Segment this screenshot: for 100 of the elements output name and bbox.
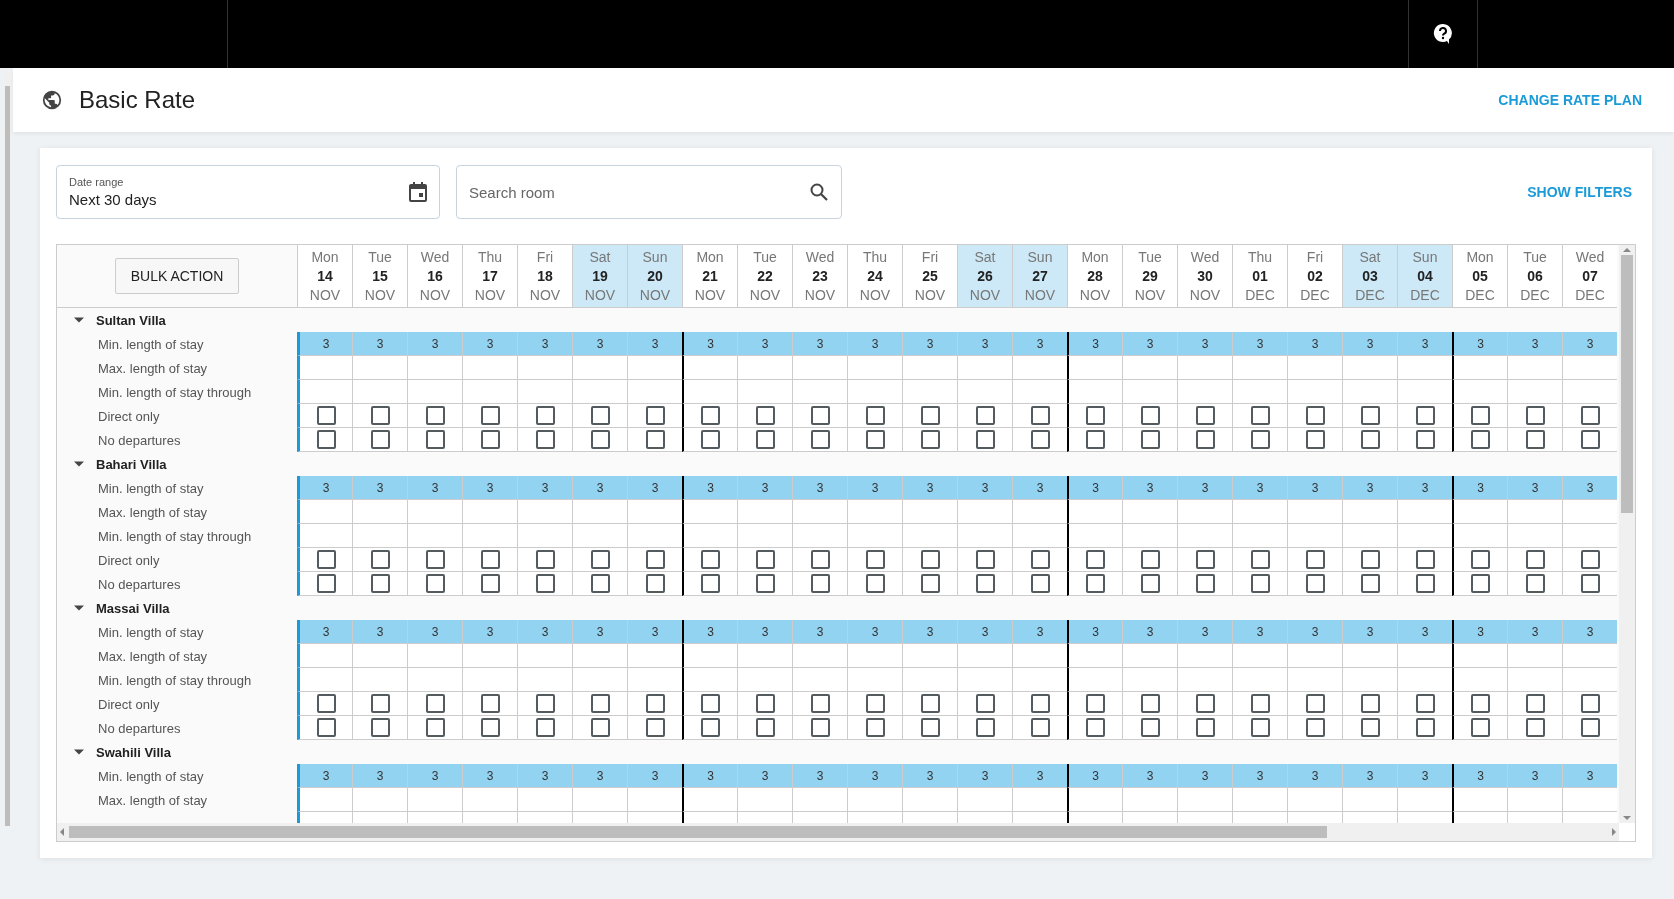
table-cell[interactable]	[1122, 644, 1177, 668]
table-cell[interactable]	[517, 788, 572, 812]
checkbox[interactable]	[755, 550, 775, 569]
table-cell[interactable]	[847, 356, 902, 380]
table-cell[interactable]	[1507, 788, 1562, 812]
table-cell[interactable]: 3	[902, 620, 957, 644]
checkbox[interactable]	[1195, 550, 1215, 569]
table-cell[interactable]	[1452, 356, 1507, 380]
table-cell[interactable]: 3	[627, 476, 682, 500]
search-icon[interactable]	[810, 183, 828, 201]
checkbox[interactable]	[1525, 574, 1545, 593]
table-cell[interactable]	[297, 500, 352, 524]
table-cell[interactable]: 3	[1067, 476, 1122, 500]
checkbox[interactable]	[1580, 550, 1600, 569]
table-cell[interactable]	[1067, 500, 1122, 524]
table-cell[interactable]: 3	[407, 476, 462, 500]
table-cell[interactable]	[1342, 524, 1397, 548]
checkbox[interactable]	[590, 718, 610, 737]
checkbox[interactable]	[316, 718, 336, 737]
calendar-icon[interactable]	[409, 182, 427, 202]
table-cell[interactable]: 3	[1122, 476, 1177, 500]
checkbox[interactable]	[370, 550, 390, 569]
table-cell[interactable]: 3	[957, 764, 1012, 788]
checkbox[interactable]	[755, 694, 775, 713]
table-cell[interactable]	[1452, 644, 1507, 668]
table-cell[interactable]	[1562, 380, 1617, 404]
table-cell[interactable]: 3	[902, 476, 957, 500]
table-cell[interactable]	[1232, 668, 1287, 692]
table-cell[interactable]	[517, 524, 572, 548]
checkbox[interactable]	[701, 574, 720, 593]
checkbox[interactable]	[1360, 718, 1380, 737]
table-cell[interactable]	[1287, 524, 1342, 548]
caret-icon[interactable]	[74, 459, 84, 469]
table-cell[interactable]: 3	[1397, 332, 1452, 356]
table-cell[interactable]	[1012, 380, 1067, 404]
table-cell[interactable]	[1122, 668, 1177, 692]
table-cell[interactable]	[517, 644, 572, 668]
checkbox[interactable]	[701, 550, 720, 569]
checkbox[interactable]	[701, 694, 720, 713]
table-cell[interactable]	[902, 644, 957, 668]
table-cell[interactable]	[1452, 524, 1507, 548]
table-cell[interactable]	[572, 668, 627, 692]
table-cell[interactable]	[572, 524, 627, 548]
table-cell[interactable]: 3	[847, 764, 902, 788]
table-cell[interactable]	[1562, 644, 1617, 668]
checkbox[interactable]	[1086, 430, 1105, 449]
checkbox[interactable]	[1030, 430, 1050, 449]
table-cell[interactable]	[627, 668, 682, 692]
table-cell[interactable]	[847, 524, 902, 548]
table-cell[interactable]	[627, 380, 682, 404]
checkbox[interactable]	[701, 406, 720, 425]
table-cell[interactable]	[847, 788, 902, 812]
table-cell[interactable]	[792, 356, 847, 380]
table-cell[interactable]	[1562, 788, 1617, 812]
checkbox[interactable]	[1140, 430, 1160, 449]
table-cell[interactable]	[1342, 380, 1397, 404]
table-cell[interactable]	[1067, 644, 1122, 668]
table-cell[interactable]: 3	[792, 620, 847, 644]
table-cell[interactable]	[737, 380, 792, 404]
table-cell[interactable]: 3	[297, 620, 352, 644]
checkbox[interactable]	[480, 430, 500, 449]
table-cell[interactable]	[352, 668, 407, 692]
checkbox[interactable]	[370, 430, 390, 449]
checkbox[interactable]	[316, 574, 336, 593]
table-cell[interactable]: 3	[792, 764, 847, 788]
table-cell[interactable]: 3	[1232, 764, 1287, 788]
table-cell[interactable]: 3	[1232, 476, 1287, 500]
table-cell[interactable]	[1397, 788, 1452, 812]
table-cell[interactable]	[352, 788, 407, 812]
table-cell[interactable]	[682, 380, 737, 404]
table-cell[interactable]	[1012, 524, 1067, 548]
checkbox[interactable]	[755, 718, 775, 737]
checkbox[interactable]	[425, 406, 445, 425]
checkbox[interactable]	[425, 574, 445, 593]
checkbox[interactable]	[1086, 694, 1105, 713]
checkbox[interactable]	[480, 718, 500, 737]
checkbox[interactable]	[1360, 694, 1380, 713]
checkbox[interactable]	[1360, 550, 1380, 569]
table-cell[interactable]	[627, 644, 682, 668]
table-cell[interactable]: 3	[1287, 476, 1342, 500]
checkbox[interactable]	[1086, 574, 1105, 593]
table-cell[interactable]: 3	[407, 332, 462, 356]
table-cell[interactable]	[1397, 524, 1452, 548]
checkbox[interactable]	[370, 574, 390, 593]
checkbox[interactable]	[1580, 406, 1600, 425]
table-cell[interactable]	[1012, 668, 1067, 692]
checkbox[interactable]	[1030, 406, 1050, 425]
table-cell[interactable]	[1067, 788, 1122, 812]
table-cell[interactable]	[517, 380, 572, 404]
checkbox[interactable]	[1086, 550, 1105, 569]
checkbox[interactable]	[755, 574, 775, 593]
table-cell[interactable]: 3	[1562, 476, 1617, 500]
table-cell[interactable]	[352, 524, 407, 548]
table-cell[interactable]	[352, 356, 407, 380]
table-cell[interactable]	[957, 524, 1012, 548]
table-cell[interactable]: 3	[462, 332, 517, 356]
checkbox[interactable]	[590, 574, 610, 593]
table-cell[interactable]	[1177, 500, 1232, 524]
checkbox[interactable]	[1415, 550, 1435, 569]
table-cell[interactable]: 3	[1287, 620, 1342, 644]
